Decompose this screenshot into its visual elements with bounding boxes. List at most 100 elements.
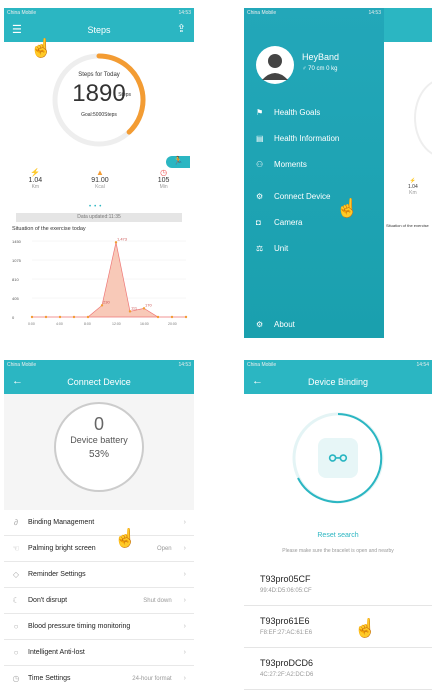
profile-name: HeyBand: [302, 52, 340, 62]
menu-item-camera[interactable]: ◘ Camera: [256, 218, 302, 227]
settings-row[interactable]: ◷ Time Settings 24-hour format ›: [4, 666, 194, 690]
settings-row[interactable]: ○ Intelligent Anti-lost ›: [4, 640, 194, 666]
battery-label: Device battery: [70, 435, 128, 445]
row-value: Shut down: [143, 597, 172, 604]
battery-value: 53%: [88, 449, 109, 460]
device-name: T93pro05CF: [260, 574, 311, 584]
steps-label: Steps for Today: [78, 72, 120, 78]
row-label: Don't disrupt: [28, 597, 68, 604]
device-item[interactable]: T93proDCD6 4C:27:2F:A2:DC:D6: [244, 650, 432, 690]
time-unit: Min: [159, 184, 168, 190]
x-tick-label: 16:00: [140, 322, 149, 326]
device-mac: F8:EF:27:AC:61:E6: [260, 630, 313, 636]
unit-icon: ⚖: [256, 244, 264, 253]
chevron-right-icon: ›: [183, 623, 186, 630]
back-arrow-icon[interactable]: ←: [12, 375, 23, 387]
time-text: 14:53: [178, 10, 191, 16]
steps-summary: Steps for Today 1890 Steps Goal:5000Step…: [49, 50, 149, 150]
clock-icon: ◷: [160, 168, 168, 177]
carrier-text: China Mobile: [247, 362, 277, 368]
menu-item-health-goals[interactable]: ⚑ Health Goals: [256, 108, 320, 117]
y-tick-label: 0: [12, 315, 15, 320]
hand-pointer-icon: ☝: [336, 198, 359, 218]
data-point: [114, 241, 118, 244]
settings-row[interactable]: ☾ Don't disrupt Shut down ›: [4, 588, 194, 614]
time-value: 105: [157, 177, 170, 184]
menu-item-moments[interactable]: ⚇ Moments: [256, 160, 307, 169]
device-item[interactable]: T93pro61E6 F8:EF:27:AC:61:E6: [244, 608, 432, 648]
device-mac: 4C:27:2F:A2:DC:D6: [260, 672, 314, 678]
device-name: T93pro61E6: [260, 616, 310, 626]
peek-stat-unit: Km: [409, 190, 417, 196]
search-spinner: ⚯: [292, 412, 384, 504]
data-point: [72, 315, 76, 319]
x-tick-label: 8:00: [84, 322, 91, 326]
row-value: 24-hour format: [132, 675, 172, 682]
x-tick-label: 20:00: [168, 322, 177, 326]
chevron-right-icon: ›: [183, 675, 186, 682]
hand-icon: ☜: [12, 544, 20, 553]
link-icon: ⚯: [329, 446, 348, 471]
hand-pointer-icon: ☝: [354, 618, 377, 638]
menu-item-unit[interactable]: ⚖ Unit: [256, 244, 288, 253]
time-text: 14:54: [416, 362, 429, 368]
bell-icon: ◇: [12, 570, 20, 579]
row-label: Palming bright screen: [28, 545, 96, 552]
menu-item-health-information[interactable]: ▤ Health Information: [256, 134, 339, 143]
time-text: 14:53: [368, 10, 381, 16]
x-tick-label: 4:00: [56, 322, 63, 326]
page-title: Device Binding: [307, 377, 369, 387]
menu-item-connect-device[interactable]: ⚙ Connect Device: [256, 192, 330, 201]
status-bar: China Mobile 14:54: [244, 360, 432, 370]
battery-indicator: 0 Device battery 53%: [54, 402, 144, 492]
status-bar: China Mobile 14:53: [4, 8, 194, 18]
hand-pointer-icon: ☝: [114, 528, 137, 548]
calorie-unit: Kcal: [95, 184, 105, 190]
device-item[interactable]: T93pro05CF 99:4D:D5:06:05:CF: [244, 566, 432, 606]
side-menu: China Mobile 14:53 HeyBand ♂ 70 cm 0 kg …: [244, 8, 384, 338]
settings-row[interactable]: ☜ Palming bright screen Open ›: [4, 536, 194, 562]
data-point: [184, 315, 188, 319]
row-label: Blood pressure timing monitoring: [28, 623, 131, 630]
steps-area: [32, 242, 186, 318]
data-point: [30, 315, 34, 319]
menu-screen: ☰ ⚡ 1.04 Km Situation of the exercise Chin…: [244, 8, 432, 338]
menu-label: Health Goals: [274, 108, 321, 117]
x-tick-label: 12:00: [112, 322, 121, 326]
data-point: [156, 315, 160, 319]
peek-menu-icon: ☰: [388, 48, 397, 58]
menu-icon[interactable]: ☰: [12, 23, 22, 36]
chevron-right-icon: ›: [183, 597, 186, 604]
menu-label: Unit: [274, 244, 289, 253]
row-value: Open: [156, 545, 172, 552]
steps-screen: China Mobile 14:53 ☰ Steps ⇪ ☝ Steps for…: [4, 8, 194, 338]
avatar[interactable]: [256, 46, 294, 84]
profile-info: ♂ 70 cm 0 kg: [302, 66, 338, 72]
pressure-icon: ○: [13, 622, 19, 631]
battery-icon: 0: [93, 414, 104, 434]
menu-label: Moments: [274, 160, 307, 169]
data-label: 1,473: [117, 236, 128, 241]
stats-row: ⚡ 1.04 Km ▲ 91.00 Kcal ◷ 105 Min: [4, 168, 194, 190]
settings-row[interactable]: ∂ Binding Management ›: [4, 510, 194, 536]
run-icon[interactable]: 🏃: [166, 156, 190, 168]
row-label: Binding Management: [28, 519, 95, 526]
data-point: [58, 315, 62, 319]
steps-goal: Goal:5000Steps: [81, 112, 117, 118]
menu-item-about[interactable]: ⚙ About: [256, 320, 295, 329]
data-label: 170: [145, 302, 152, 307]
device-name: T93proDCD6: [260, 658, 314, 668]
status-bar: China Mobile 14:53: [244, 8, 384, 18]
share-icon[interactable]: ⇪: [177, 22, 186, 35]
back-arrow-icon[interactable]: ←: [252, 375, 263, 387]
chevron-right-icon: ›: [183, 649, 186, 656]
update-banner: Data updated:11:35: [16, 213, 182, 222]
menu-label: Camera: [274, 218, 303, 227]
y-tick-label: 810: [12, 277, 19, 282]
page-title: Steps: [87, 25, 111, 35]
data-point: [86, 315, 90, 319]
steps-value: 1890: [72, 80, 126, 107]
settings-row[interactable]: ○ Blood pressure timing monitoring ›: [4, 614, 194, 640]
reset-search-button[interactable]: Reset search: [244, 532, 432, 539]
settings-row[interactable]: ◇ Reminder Settings ›: [4, 562, 194, 588]
